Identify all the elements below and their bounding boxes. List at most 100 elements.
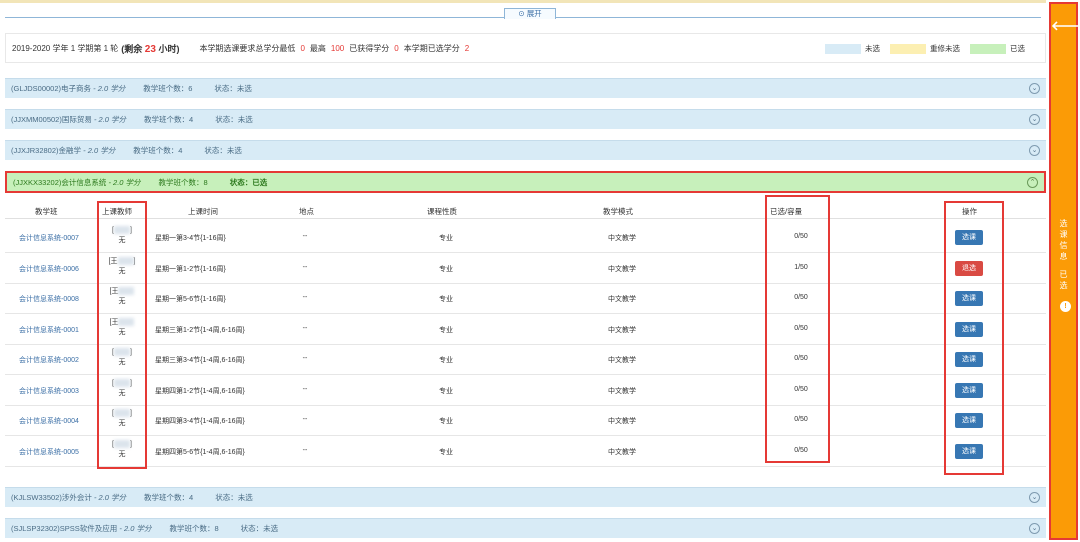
course-row-intl-trade[interactable]: (JJXMM00502)国际贸易 - 2.0 学分 教学班个数：4 状态：未选 … [5,109,1046,129]
teacher-cell: [王无 [102,287,142,307]
mode-cell: 中文教学 [608,418,636,425]
selected-credit: 2 [464,43,470,53]
class-link[interactable]: 会计信息系统-0004 [19,416,79,426]
remaining-hours: 23 [144,43,156,55]
legend-swatch-selected [970,43,1006,54]
redacted-name [114,409,130,418]
select-course-button[interactable]: 选课 [955,382,983,398]
course-row-ecommerce[interactable]: (GLJDS00002)电子商务 - 2.0 学分 教学班个数：6 状态：未选 … [5,78,1046,98]
mode-cell: 中文教学 [608,235,636,242]
capacity-cell: 0/50 [794,324,808,332]
redacted-name [114,378,130,387]
mode-cell: 中文教学 [608,296,636,303]
teacher-cell: [王无 [102,317,142,338]
nature-cell: 专业 [439,448,453,456]
class-link[interactable]: 会计信息系统-0005 [19,447,79,457]
course-info-sidebar[interactable]: 🡐 选 课 信 息 已 选 ! [1049,2,1080,540]
table-row: 会计信息系统-0002 []无 星期三第3-4节{1-4周,6-16周} -- 专业 中文… [5,344,1046,375]
course-title: (JJXJR32802)金融学 - 2.0 学分 [11,146,116,155]
col-nature: 课程性质 [427,207,457,216]
select-course-button[interactable]: 选课 [955,230,983,245]
time-cell: 星期一第1-2节{1-16周} [155,265,226,273]
course-class-count: 教学班个数：4 [144,115,194,124]
teacher-cell: []无 [102,439,142,460]
col-class: 教学班 [35,207,58,216]
legend-label-unselected: 未选 [865,44,880,53]
teacher-cell: []无 [102,226,142,246]
legend-label-selected: 已选 [1010,44,1025,53]
requirement-label: 本学期选课要求总学分最低 [199,43,296,53]
place-cell: -- [302,446,308,454]
select-course-button[interactable]: 选课 [955,413,983,428]
select-course-button[interactable]: 选课 [955,443,983,459]
time-cell: 星期一第3-4节{1-16周} [155,235,226,242]
redacted-name [118,317,135,326]
course-title: (KJLSW33502)涉外会计 - 2.0 学分 [11,493,127,502]
legend-swatch-retake [890,43,926,54]
course-title: (JJXMM00502)国际贸易 - 2.0 学分 [11,115,127,124]
class-link[interactable]: 会计信息系统-0001 [19,325,79,335]
course-status: 状态：未选 [215,115,253,124]
table-row: 会计信息系统-0004 []无 星期四第3-4节{1-4周,6-16周} -- 专业 中文… [5,405,1046,436]
expand-label: 展开 [526,9,542,18]
place-cell: -- [302,324,308,332]
course-status: 状态：未选 [214,84,252,93]
redacted-name [118,287,135,296]
course-class-count: 教学班个数：4 [144,493,194,502]
chevron-down-icon[interactable]: ⌄ [1029,83,1040,94]
selected-count-badge: ! [1060,301,1071,312]
class-link[interactable]: 会计信息系统-0008 [19,294,79,304]
earned-label: 已获得学分 [349,43,390,53]
capacity-cell: 0/50 [794,233,808,240]
select-course-button[interactable]: 选课 [955,352,983,367]
select-course-button[interactable]: 选课 [955,321,983,337]
table-row: 会计信息系统-0003 []无 星期四第1-2节{1-4周,6-16周} -- 专业 中文… [5,375,1046,406]
mode-cell: 中文教学 [608,265,636,273]
left-arrow-icon[interactable]: 🡐 [1051,18,1080,34]
redacted-name [114,439,130,448]
chevron-down-icon[interactable]: ⌄ [1029,114,1040,125]
sidebar-label: 选 课 信 息 已 选 [1059,219,1068,290]
mode-cell: 中文教学 [608,357,636,364]
selected-label: 本学期已选学分 [403,43,460,53]
redacted-name [117,256,134,265]
summary-bar: 2019-2020 学年 1 学期第 1 轮 (剩余 23 小时) 本学期选课要… [5,33,1046,63]
withdraw-button[interactable]: 退选 [955,260,983,276]
capacity-cell: 0/50 [794,416,808,423]
col-place: 地点 [299,207,314,216]
class-link[interactable]: 会计信息系统-0006 [19,264,79,274]
place-cell: -- [302,416,308,423]
time-cell: 星期四第5-6节{1-4周,6-16周} [155,448,245,456]
course-row-accounting-info[interactable]: (JJXKX33202)会计信息系统 - 2.0 学分 教学班个数：8 状态：已… [5,171,1046,193]
table-row: 会计信息系统-0007 []无 星期一第3-4节{1-16周} -- 专业 中文教学 0/5… [5,222,1046,253]
col-mode: 教学模式 [603,207,633,216]
mode-cell: 中文教学 [608,387,636,395]
course-title: (GLJDS00002)电子商务 - 2.0 学分 [11,84,126,93]
chevron-down-icon[interactable]: ⌄ [1029,523,1040,534]
chevron-down-icon[interactable]: ⌄ [1029,492,1040,503]
time-cell: 星期四第1-2节{1-4周,6-16周} [155,387,245,395]
chevron-down-icon[interactable]: ⌄ [1029,145,1040,156]
table-row: 会计信息系统-0006 [王] 无 星期一第1-2节{1-16周} -- 专业 中文教学 1/… [5,253,1046,284]
course-class-count: 教学班个数：8 [169,524,219,533]
max-label: 最高 [309,43,326,53]
course-row-foreign-accounting[interactable]: (KJLSW33502)涉外会计 - 2.0 学分 教学班个数：4 状态：未选 … [5,487,1046,507]
course-status: 状态：未选 [240,524,279,533]
class-link[interactable]: 会计信息系统-0002 [19,355,79,365]
chevron-up-icon[interactable]: ⌃ [1027,177,1038,188]
course-class-count: 教学班个数：6 [143,84,193,93]
capacity-cell: 0/50 [794,294,808,301]
capacity-cell: 0/50 [794,355,808,362]
earned-credit: 0 [394,43,399,53]
expand-toggle[interactable]: ⊙ 展开 [504,8,556,19]
place-cell: -- [302,294,308,301]
class-link[interactable]: 会计信息系统-0003 [19,386,79,396]
course-row-spss[interactable]: (SJLSP32302)SPSS软件及应用 - 2.0 学分 教学班个数：8 状… [5,518,1046,538]
col-capacity: 已选/容量 [770,207,803,216]
place-cell: -- [302,385,308,393]
min-credit: 0 [300,43,305,53]
select-course-button[interactable]: 选课 [955,291,983,306]
mode-cell: 中文教学 [608,448,636,456]
course-row-finance[interactable]: (JJXJR32802)金融学 - 2.0 学分 教学班个数：4 状态：未选 ⌄ [5,140,1046,160]
class-link[interactable]: 会计信息系统-0007 [19,233,79,243]
